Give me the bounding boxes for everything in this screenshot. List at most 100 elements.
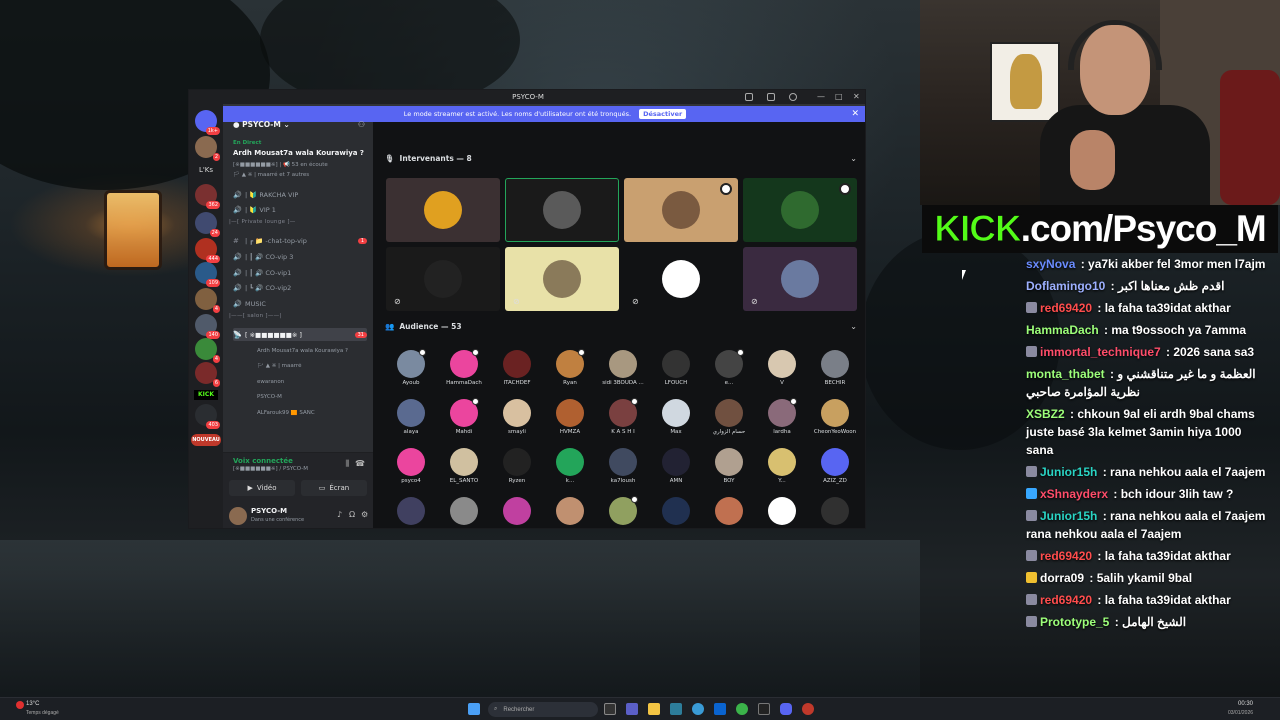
speaker-tile[interactable]: ⊘ <box>743 247 857 311</box>
audience-member[interactable]: alaya <box>385 399 437 435</box>
audience-member[interactable]: smayli <box>491 399 543 435</box>
server-icon[interactable]: 362 <box>195 184 220 209</box>
window-titlebar[interactable]: PSYCO-M — □ ✕ <box>189 90 865 104</box>
channel-item[interactable]: 🔊 | 🔰 VIP 1 <box>233 204 367 217</box>
audience-member[interactable]: HammaDach <box>438 349 490 386</box>
audience-member[interactable]: CheonYeoWoon <box>809 399 861 435</box>
audience-member[interactable]: AZIZ_ZD <box>809 448 861 484</box>
capcut-icon[interactable] <box>758 703 770 715</box>
speaker-tile[interactable] <box>624 178 738 242</box>
audience-member[interactable]: e... <box>703 349 755 386</box>
task-view-icon[interactable] <box>604 703 616 715</box>
audience-member[interactable] <box>385 497 437 527</box>
chevron-down-icon[interactable]: ⌄ <box>850 322 857 331</box>
audience-member[interactable] <box>756 497 808 527</box>
close-icon[interactable]: ✕ <box>853 90 860 104</box>
server-icon[interactable]: 4 <box>195 288 220 313</box>
audience-member[interactable]: sidi 3BOUDA ... <box>597 350 649 386</box>
store-icon[interactable] <box>670 703 682 715</box>
disconnect-icon[interactable]: ☎ <box>355 459 365 468</box>
clock-time[interactable]: 00:30 <box>1238 701 1253 707</box>
audience-member[interactable]: ITACHDEF <box>491 350 543 386</box>
noise-icon[interactable]: ⫼ <box>345 459 349 469</box>
audience-member[interactable]: Max <box>650 399 702 435</box>
audience-member[interactable] <box>544 497 596 527</box>
channel-item[interactable]: 🏳 ▲ ※ | maarré <box>245 360 367 373</box>
audience-member[interactable]: AMN <box>650 448 702 484</box>
audience-member[interactable] <box>597 496 649 527</box>
channel-item[interactable]: 🔊 | ┗ 🔊 CO-vip2 <box>233 282 367 295</box>
speaker-tile[interactable]: ⊘ <box>505 247 619 311</box>
dismiss-banner-icon[interactable]: ✕ <box>851 109 859 119</box>
audience-member[interactable]: Ryzen <box>491 448 543 484</box>
chevron-down-icon[interactable]: ⌄ <box>850 154 857 163</box>
video-button[interactable]: ▶ Vidéo <box>229 480 295 496</box>
speaker-tile[interactable] <box>505 178 619 242</box>
teams-icon[interactable] <box>626 703 638 715</box>
weather-alert-icon[interactable] <box>16 701 24 709</box>
channel-item[interactable]: PSYCO-M <box>245 391 367 404</box>
audience-member[interactable]: حسام الزواري <box>703 399 755 435</box>
audience-member[interactable] <box>438 497 490 527</box>
voice-status[interactable]: Voix connectée <box>233 457 293 465</box>
headset-icon[interactable]: Ω <box>349 510 355 519</box>
audience-member[interactable]: BECHIR <box>809 350 861 386</box>
file-explorer-icon[interactable] <box>648 703 660 715</box>
audience-member[interactable]: K A S H I <box>597 398 649 435</box>
help-icon[interactable] <box>789 93 797 101</box>
channel-item[interactable]: 🔊 | ┃ 🔊 CO-vip1 <box>233 266 367 279</box>
audience-member[interactable] <box>703 497 755 527</box>
pin-icon[interactable] <box>745 93 753 101</box>
mail-icon[interactable] <box>714 703 726 715</box>
audience-member[interactable]: BOY <box>703 448 755 484</box>
speaker-tile[interactable] <box>743 178 857 242</box>
audience-member[interactable]: Ryan <box>544 349 596 386</box>
taskbar-search[interactable]: ⌕ Rechercher <box>488 702 598 717</box>
channel-item[interactable]: ALFarouk99 🟧 SANC <box>245 406 367 419</box>
channel-item[interactable]: 🔊 | 🔰 RAKCHA VIP <box>233 188 367 201</box>
channel-item[interactable]: 🔊 MUSIC <box>233 297 367 310</box>
discord-window[interactable]: PSYCO-M — □ ✕ Le mode streamer est activ… <box>188 89 866 529</box>
channel-category[interactable]: |——[ salon ]——| <box>229 313 282 319</box>
audience-member[interactable] <box>809 497 861 527</box>
server-icon[interactable]: 403 <box>195 404 220 429</box>
inbox-icon[interactable] <box>767 93 775 101</box>
stage-title[interactable]: Ardh Mousat7a wala Kourawiya ? <box>233 149 369 157</box>
discord-taskbar-icon[interactable] <box>780 703 792 715</box>
channel-item[interactable]: 📡[ ※■■■■■■※ ] 31 <box>233 328 367 342</box>
server-icon[interactable]: 24 <box>195 212 220 237</box>
app-icon[interactable] <box>802 703 814 715</box>
audience-member[interactable]: HVMZA <box>544 399 596 435</box>
audience-member[interactable] <box>650 497 702 527</box>
server-icon[interactable]: 109 <box>195 262 220 287</box>
audience-member[interactable]: Y... <box>756 448 808 484</box>
new-badge[interactable]: NOUVEAU <box>191 434 221 446</box>
channel-item[interactable]: ewaranon <box>245 375 367 388</box>
server-icon[interactable]: 140 <box>195 314 220 339</box>
speaker-tile[interactable]: ⊘ <box>624 247 738 311</box>
channel-item[interactable]: # | ┏ 📁 -chat-top-vip 1 <box>233 235 367 248</box>
channel-item[interactable]: Ardh Mousat7a wala Kourawiya ? <box>245 344 367 357</box>
chrome-icon[interactable] <box>736 703 748 715</box>
weather-temp[interactable]: 13°C <box>26 701 39 707</box>
speaker-tile[interactable]: ⊘ <box>386 247 500 311</box>
speakers-header[interactable]: 🎙 Intervenants — 8 <box>385 154 472 163</box>
disable-streamer-button[interactable]: Désactiver <box>639 109 687 119</box>
mic-icon[interactable]: ♪ <box>337 510 342 519</box>
audience-member[interactable]: ka7loush <box>597 448 649 484</box>
user-avatar[interactable] <box>229 507 247 525</box>
channel-category[interactable]: |—[ Private lounge ]— <box>229 219 296 225</box>
audience-member[interactable]: Ayoub <box>385 349 437 386</box>
audience-member[interactable]: psyco4 <box>385 448 437 484</box>
folder-label[interactable]: L'Ks <box>189 166 223 174</box>
windows-start-icon[interactable] <box>468 703 480 715</box>
settings-gear-icon[interactable]: ⚙ <box>361 510 368 519</box>
audience-member[interactable]: lardha <box>756 398 808 435</box>
audience-member[interactable]: Mahdi <box>438 398 490 435</box>
maximize-icon[interactable]: □ <box>835 90 843 104</box>
channel-item[interactable]: 🔊 | ┃ 🔊 CO-vip 3 <box>233 250 367 263</box>
audience-member[interactable]: V <box>756 350 808 386</box>
screen-share-button[interactable]: ▭ Écran <box>301 480 367 496</box>
minimize-icon[interactable]: — <box>817 90 825 104</box>
kick-server-icon[interactable]: KICK <box>194 390 218 400</box>
